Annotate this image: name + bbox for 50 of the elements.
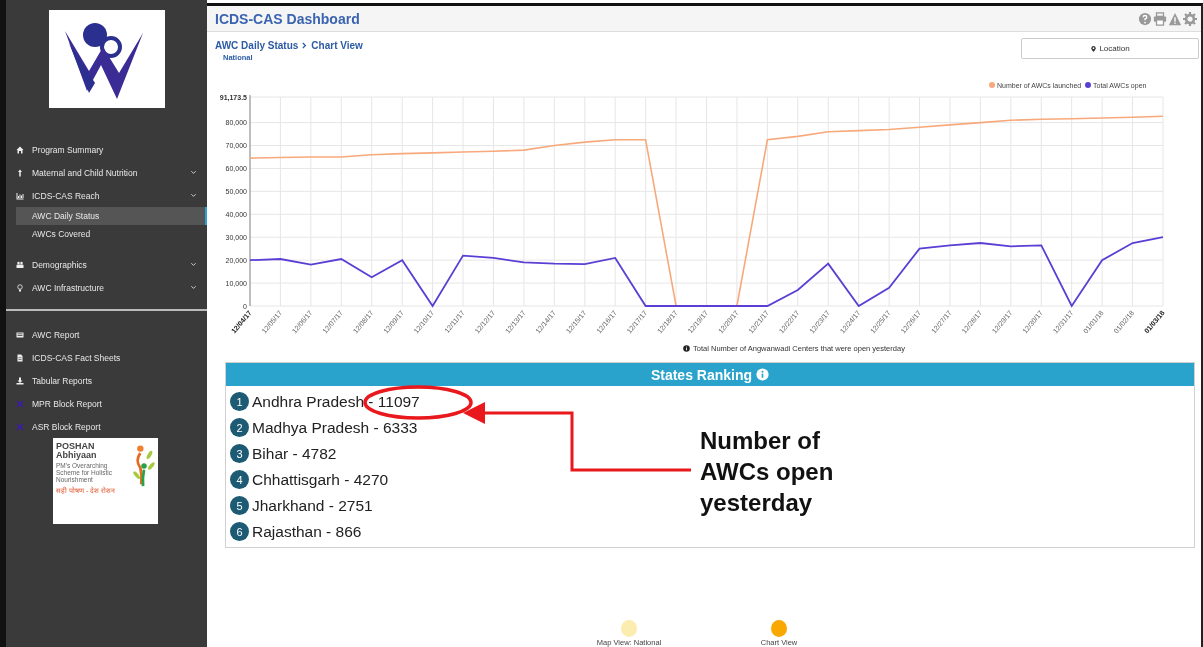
- state-ranking-text: Jharkhand - 2751: [252, 496, 373, 514]
- chevron-right-icon: [301, 41, 309, 50]
- print-icon[interactable]: [1153, 11, 1167, 26]
- report-link[interactable]: MPR Block Report: [6, 392, 207, 415]
- breadcrumb-link[interactable]: AWC Daily Status: [215, 40, 299, 51]
- menu-item[interactable]: Demographics: [6, 253, 207, 276]
- grid-icon: [16, 399, 24, 408]
- location-button[interactable]: Location: [1021, 38, 1199, 59]
- help-icon[interactable]: [1138, 11, 1152, 26]
- callout-text: Number of AWCs open yesterday: [700, 426, 835, 518]
- people-icon: [16, 260, 24, 269]
- report-icon: [16, 330, 24, 339]
- info-icon: [756, 368, 770, 381]
- state-ranking-text: Andhra Pradesh - 11097: [252, 392, 420, 410]
- up-arrow-icon: [16, 168, 24, 177]
- report-link[interactable]: AWC Report: [6, 323, 207, 346]
- menu-item[interactable]: AWC Infrastructure: [6, 276, 207, 299]
- rank-badge: 6: [230, 522, 249, 541]
- pin-icon: [1090, 44, 1098, 53]
- state-ranking-text: Rajasthan - 866: [252, 522, 362, 540]
- submenu-item[interactable]: AWC Daily Status: [16, 207, 207, 225]
- state-ranking-text: Madhya Pradesh - 6333: [252, 418, 418, 436]
- menu-item[interactable]: Program Summary: [6, 138, 207, 161]
- breadcrumb-current: Chart View: [311, 40, 363, 51]
- rank-badge: 4: [230, 470, 249, 489]
- warning-icon[interactable]: [1168, 11, 1182, 26]
- report-link[interactable]: Tabular Reports: [6, 369, 207, 392]
- download-icon: [16, 376, 24, 385]
- logo-subtitle: Abhiyaan: [56, 451, 98, 460]
- rank-badge: 1: [230, 392, 249, 411]
- state-ranking-text: Bihar - 4782: [252, 444, 337, 462]
- submenu-item[interactable]: AWCs Covered: [16, 225, 207, 243]
- rank-badge: 2: [230, 418, 249, 437]
- menu-item[interactable]: Maternal and Child Nutrition: [6, 161, 207, 184]
- lightbulb-icon: [16, 283, 24, 292]
- rank-badge: 5: [230, 496, 249, 515]
- panel-title: States Ranking: [650, 366, 753, 383]
- settings-icon[interactable]: [1183, 11, 1197, 26]
- state-ranking-text: Chhattisgarh - 4270: [252, 470, 389, 488]
- grid-icon: [16, 422, 24, 431]
- document-icon: [16, 353, 24, 362]
- report-link[interactable]: ASR Block Report: [6, 415, 207, 438]
- logo-title: POSHAN: [56, 442, 96, 451]
- report-link[interactable]: ICDS-CAS Fact Sheets: [6, 346, 207, 369]
- home-icon: [16, 145, 24, 154]
- bar-chart-icon: [16, 191, 24, 200]
- dashboard-title: ICDS-CAS Dashboard: [215, 10, 361, 27]
- menu-item[interactable]: ICDS-CAS Reach: [6, 184, 207, 207]
- rank-badge: 3: [230, 444, 249, 463]
- info-icon: [683, 345, 691, 352]
